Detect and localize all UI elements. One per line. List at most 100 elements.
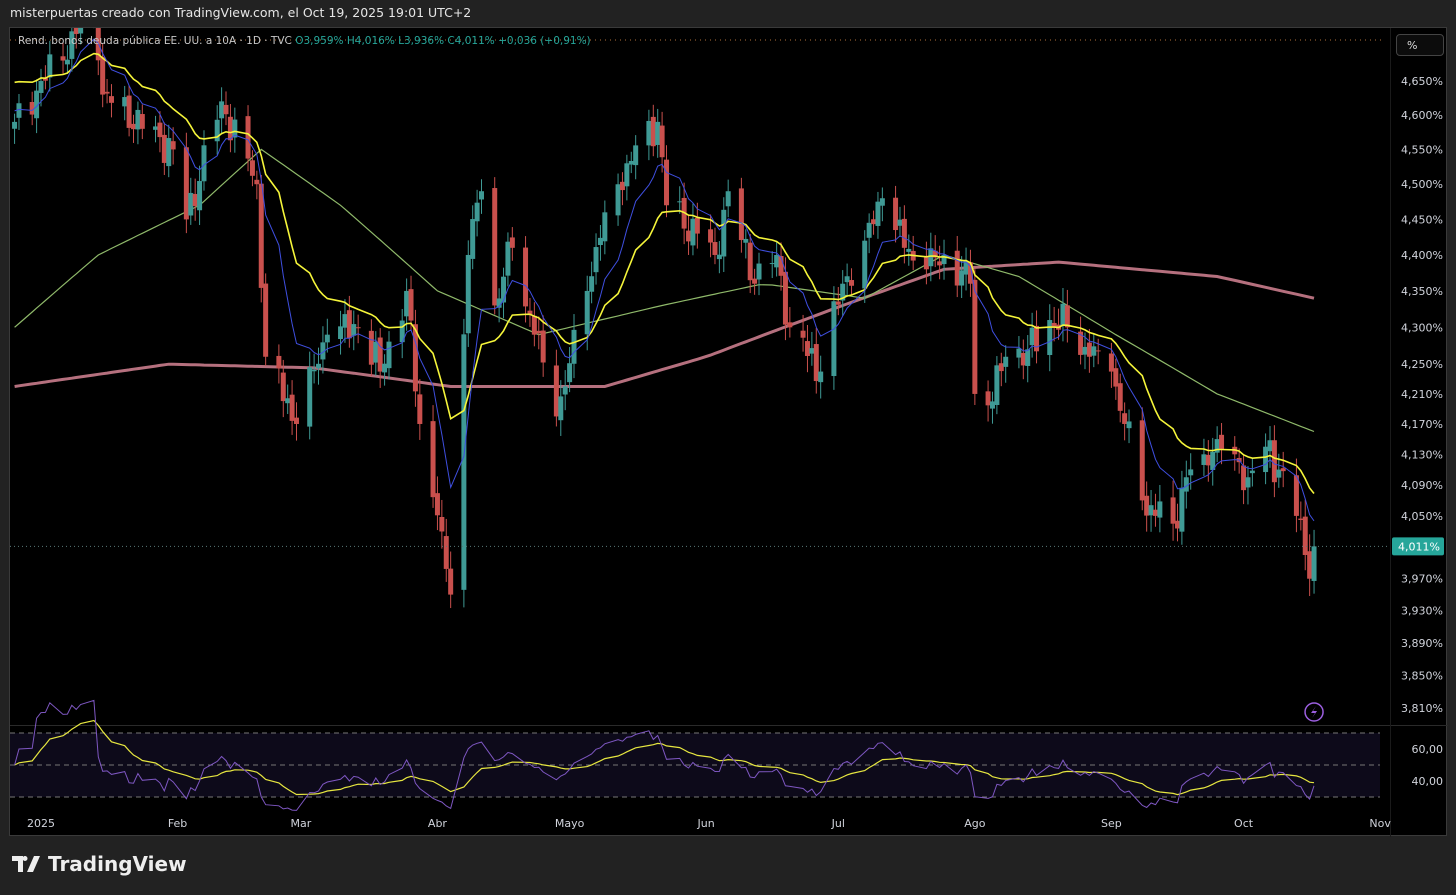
price-axis-tick-label: 4,550%: [1401, 143, 1443, 156]
candle-body: [166, 138, 172, 167]
candle-body: [959, 270, 965, 286]
candle-body: [47, 54, 53, 78]
lightning-icon: [1304, 702, 1324, 722]
candle-body: [108, 96, 114, 103]
price-axis-border: [1390, 28, 1391, 837]
candles: [12, 28, 1317, 609]
candle-body: [1122, 413, 1128, 424]
candle-body: [408, 289, 414, 321]
candle-body: [1280, 468, 1286, 472]
price-axis-tick-label: 4,050%: [1401, 510, 1443, 523]
candle-body: [16, 103, 22, 118]
candle-body: [818, 371, 824, 383]
candle-body: [686, 230, 692, 242]
candle-body: [879, 198, 885, 206]
candle-body: [1025, 349, 1031, 366]
price-axis-tick-label: 4,300%: [1401, 321, 1443, 334]
candle-body: [474, 202, 480, 222]
candle-body: [1082, 346, 1088, 355]
candle-body: [64, 59, 70, 65]
tradingview-logo[interactable]: TradingView: [12, 852, 187, 876]
price-axis-tick-label: 3,810%: [1401, 702, 1443, 715]
candle-body: [1020, 352, 1026, 366]
candle-body: [1139, 420, 1145, 501]
candle-body: [1179, 487, 1185, 532]
candle-body: [769, 263, 775, 265]
price-axis-tick-label: 4,600%: [1401, 109, 1443, 122]
time-axis-tick-label: 2025: [27, 817, 55, 830]
candle-body: [479, 191, 484, 200]
price-axis-tick-label: 3,850%: [1401, 669, 1443, 682]
candle-body: [972, 279, 978, 394]
candle-body: [553, 365, 559, 417]
candle-body: [954, 250, 960, 286]
candle-body: [1276, 469, 1282, 478]
candle-body: [434, 493, 440, 516]
candle-body: [804, 341, 810, 356]
candle-body: [12, 121, 18, 129]
candle-body: [73, 28, 79, 34]
candle-body: [690, 218, 696, 246]
candle-body: [346, 310, 352, 339]
candle-body: [135, 109, 141, 130]
candle-body: [1095, 350, 1101, 352]
candle-body: [1241, 465, 1247, 491]
legend-close: C4,011%: [447, 35, 495, 47]
candle-body: [492, 188, 498, 306]
candle-body: [540, 330, 546, 363]
candle-body: [263, 283, 269, 357]
candle-body: [153, 126, 159, 130]
candle-body: [227, 116, 233, 141]
time-axis-tick-label: Ago: [964, 817, 986, 830]
candle-body: [1311, 546, 1317, 581]
price-axis-tick-label: 4,350%: [1401, 285, 1443, 298]
candle-body: [655, 121, 661, 145]
candle-body: [1293, 475, 1299, 516]
candle-body: [523, 247, 529, 307]
candle-body: [1113, 368, 1119, 387]
candle-body: [1263, 446, 1269, 473]
candle-body: [1219, 434, 1225, 449]
candle-body: [712, 242, 718, 255]
candle-body: [871, 219, 877, 225]
candle-body: [989, 401, 995, 409]
price-axis-tick-label: 3,970%: [1401, 573, 1443, 586]
candle-body: [624, 163, 630, 187]
candle-body: [1271, 440, 1277, 483]
symbol-legend[interactable]: Rend. bonos deuda pública EE. UU. a 10A …: [18, 35, 591, 47]
candle-body: [245, 116, 251, 159]
candle-body: [628, 160, 634, 165]
candle-body: [738, 188, 744, 241]
candle-body: [254, 179, 260, 185]
candle-body: [708, 229, 714, 243]
candle-body: [60, 56, 66, 61]
chart-frame[interactable]: 4,650% 4,600% 4,550% 4,500% 4,450% 4,400% 4,35…: [9, 27, 1448, 837]
candle-body: [1245, 477, 1251, 488]
candle-body: [285, 398, 291, 404]
candle-body: [774, 254, 780, 268]
candle-body: [998, 363, 1004, 372]
candle-body: [1267, 440, 1273, 452]
candle-body: [1298, 518, 1304, 520]
time-axis-tick-label: Feb: [168, 817, 187, 830]
candle-body: [439, 516, 445, 532]
candle-body: [862, 240, 868, 289]
candle-body: [937, 261, 943, 266]
legend-symbol: Rend. bonos deuda pública EE. UU. a 10A …: [18, 35, 292, 47]
candle-body: [752, 278, 758, 284]
lightning-icon-bolt: [1311, 706, 1318, 718]
price-axis-tick-label: 4,170%: [1401, 418, 1443, 431]
candle-body: [650, 116, 656, 147]
price-unit-button[interactable]: %: [1396, 34, 1444, 56]
candle-body: [844, 276, 850, 283]
candle-body: [448, 568, 454, 595]
price-chart[interactable]: 4,650% 4,600% 4,550% 4,500% 4,450% 4,400% 4,35…: [10, 28, 1448, 837]
candle-body: [249, 160, 255, 176]
candle-body: [602, 212, 608, 242]
candle-body: [985, 391, 991, 406]
candle-body: [157, 122, 163, 138]
candle-body: [1117, 383, 1123, 411]
price-axis-tick-label: 4,130%: [1401, 448, 1443, 461]
candle-body: [1126, 421, 1132, 429]
ema-slow-line: [14, 52, 1315, 494]
